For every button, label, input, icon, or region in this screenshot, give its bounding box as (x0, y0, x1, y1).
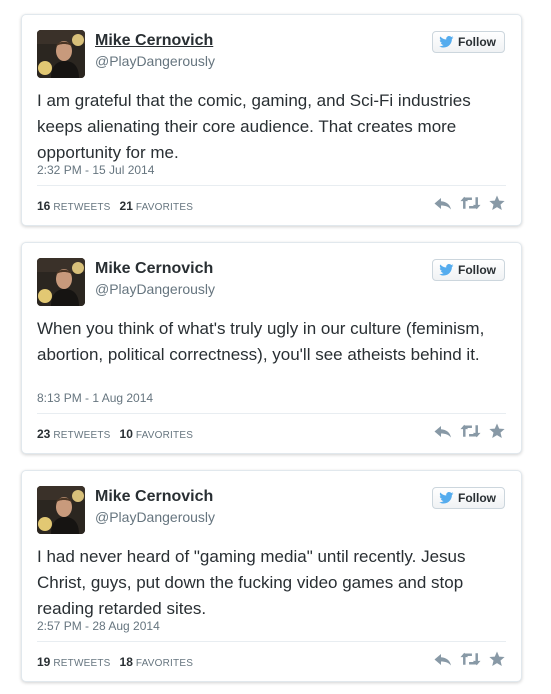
retweets-label: RETWEETS (53, 430, 111, 441)
tweet-text: I had never heard of "gaming media" unti… (37, 547, 466, 618)
retweet-icon[interactable] (460, 195, 481, 211)
user-name[interactable]: Mike Cernovich (95, 488, 213, 506)
user-handle[interactable]: @PlayDangerously (95, 509, 215, 525)
retweet-count: 23 (37, 427, 51, 441)
favorite-star-icon[interactable] (489, 651, 505, 667)
tweet-text: I am grateful that the comic, gaming, an… (37, 91, 471, 162)
user-handle[interactable]: @PlayDangerously (95, 281, 215, 297)
follow-button[interactable]: Follow (432, 259, 505, 281)
reply-icon[interactable] (434, 195, 452, 211)
divider (37, 185, 506, 186)
follow-label: Follow (458, 35, 496, 49)
user-name[interactable]: Mike Cernovich (95, 32, 213, 50)
follow-label: Follow (458, 263, 496, 277)
twitter-bird-icon (439, 264, 454, 276)
avatar[interactable] (37, 258, 85, 306)
favorites-label: FAVORITES (135, 430, 194, 441)
divider (37, 641, 506, 642)
tweet-card: Mike Cernovich @PlayDangerously Follow I… (21, 470, 522, 682)
favorites-label: FAVORITES (135, 658, 194, 669)
tweet-card: Mike Cernovich @PlayDangerously Follow W… (21, 242, 522, 454)
avatar-photo (37, 258, 85, 306)
tweet-actions (434, 423, 505, 439)
retweet-count: 16 (37, 199, 51, 213)
divider (37, 413, 506, 414)
follow-button[interactable]: Follow (432, 487, 505, 509)
avatar-photo (37, 30, 85, 78)
tweet-actions (434, 651, 505, 667)
twitter-bird-icon (439, 492, 454, 504)
favorite-star-icon[interactable] (489, 423, 505, 439)
reply-icon[interactable] (434, 423, 452, 439)
follow-label: Follow (458, 491, 496, 505)
tweet-stats[interactable]: 16 RETWEETS 21 FAVORITES (37, 199, 202, 213)
tweet-actions (434, 195, 505, 211)
favorites-label: FAVORITES (135, 202, 194, 213)
tweet-timestamp[interactable]: 2:57 PM - 28 Aug 2014 (37, 619, 160, 633)
favorite-count: 18 (119, 655, 133, 669)
tweet-card: Mike Cernovich @PlayDangerously Follow I… (21, 14, 522, 226)
user-handle[interactable]: @PlayDangerously (95, 53, 215, 69)
avatar[interactable] (37, 30, 85, 78)
favorite-count: 10 (119, 427, 133, 441)
user-name[interactable]: Mike Cernovich (95, 260, 213, 278)
tweet-stats[interactable]: 19 RETWEETS 18 FAVORITES (37, 655, 202, 669)
tweet-timestamp[interactable]: 2:32 PM - 15 Jul 2014 (37, 163, 154, 177)
retweet-icon[interactable] (460, 423, 481, 439)
retweets-label: RETWEETS (53, 202, 111, 213)
favorite-count: 21 (119, 199, 133, 213)
avatar-photo (37, 486, 85, 534)
retweet-icon[interactable] (460, 651, 481, 667)
follow-button[interactable]: Follow (432, 31, 505, 53)
favorite-star-icon[interactable] (489, 195, 505, 211)
retweet-count: 19 (37, 655, 51, 669)
avatar[interactable] (37, 486, 85, 534)
retweets-label: RETWEETS (53, 658, 111, 669)
tweet-stats[interactable]: 23 RETWEETS 10 FAVORITES (37, 427, 202, 441)
tweet-timestamp[interactable]: 8:13 PM - 1 Aug 2014 (37, 391, 153, 405)
twitter-bird-icon (439, 36, 454, 48)
tweet-text: When you think of what's truly ugly in o… (37, 319, 485, 364)
reply-icon[interactable] (434, 651, 452, 667)
